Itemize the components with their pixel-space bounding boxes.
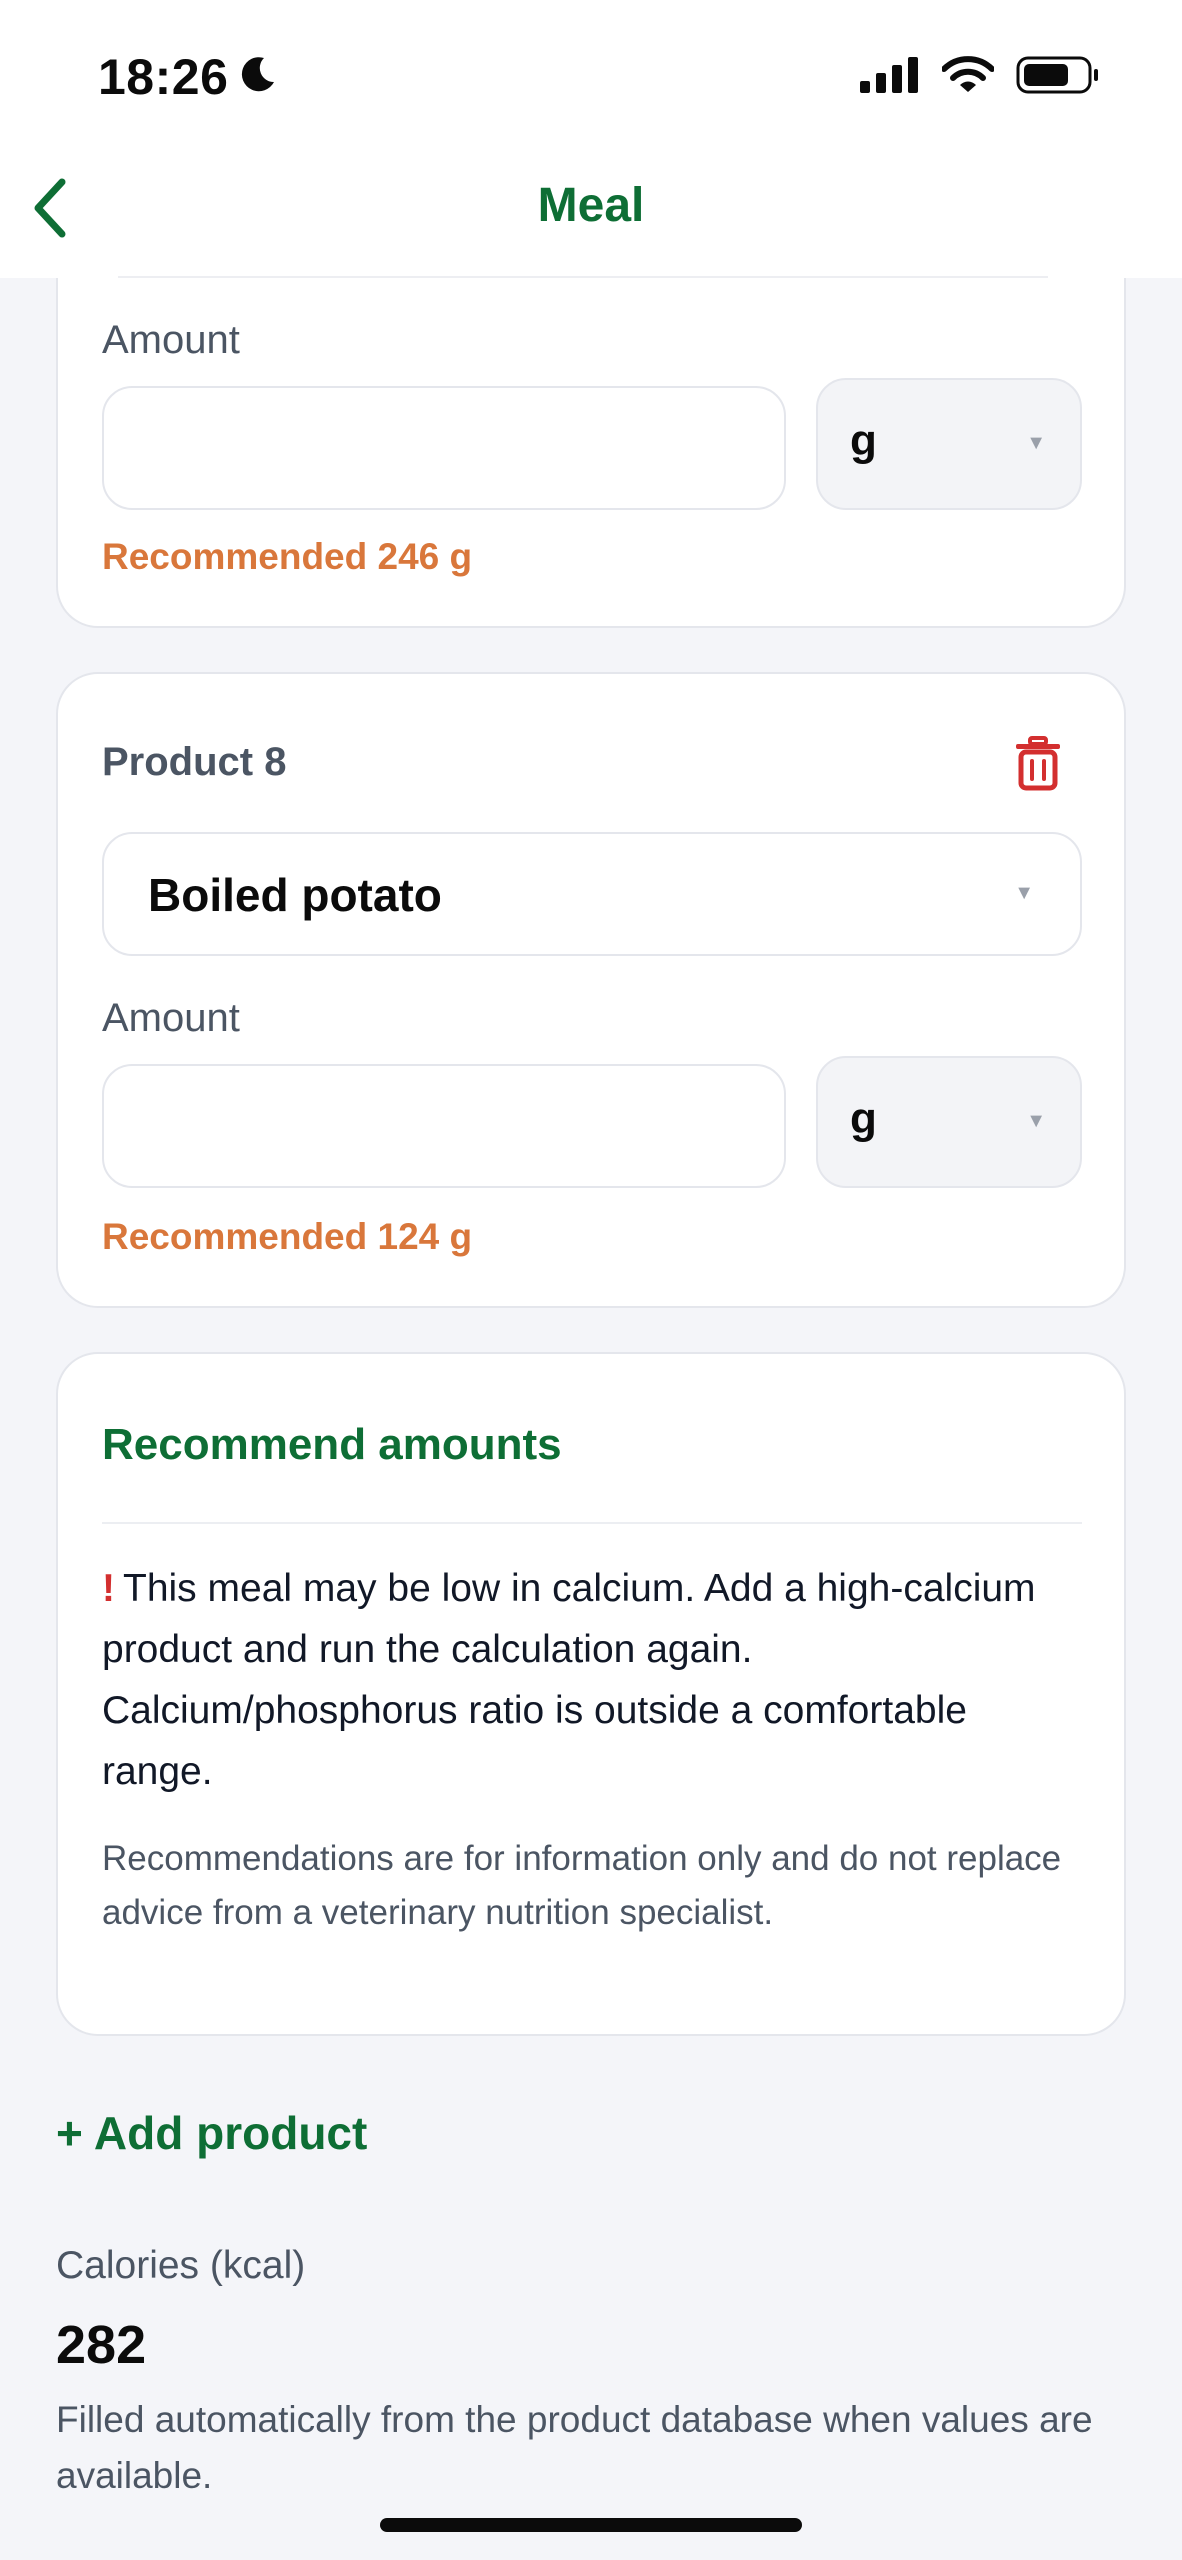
add-product-button[interactable]: + Add product: [56, 2106, 367, 2160]
caret-down-icon: ▼: [1026, 432, 1046, 454]
cellular-signal-icon: [860, 57, 920, 98]
top-bar: 18:26 Meal: [0, 0, 1182, 278]
product-card-8: Product 8 Boiled potato ▼ Amount g ▼ Rec…: [56, 672, 1126, 1308]
unit-value: g: [850, 416, 877, 465]
caret-down-icon: ▼: [1026, 1110, 1046, 1132]
battery-icon: [1016, 56, 1100, 99]
status-time: 18:26: [98, 48, 278, 106]
product-name: Boiled potato: [148, 869, 442, 921]
unit-select[interactable]: g ▼: [816, 1056, 1082, 1188]
recommend-amounts-card: Recommend amounts ! This meal may be low …: [56, 1352, 1126, 2036]
amount-label: Amount: [102, 318, 240, 362]
amount-input[interactable]: [102, 386, 786, 510]
page-title: Meal: [537, 179, 645, 232]
status-icons: [860, 56, 1100, 99]
status-time-text: 18:26: [98, 49, 229, 105]
amount-input[interactable]: [102, 1064, 786, 1188]
calories-value: 282: [56, 2315, 147, 2375]
product-select[interactable]: Boiled potato ▼: [102, 832, 1082, 956]
recommended-amount: Recommended 246 g: [102, 536, 473, 577]
home-indicator[interactable]: [380, 2518, 802, 2532]
warning-text: This meal may be low in calcium. Add a h…: [102, 1567, 1036, 1793]
divider: [102, 1522, 1082, 1524]
calories-help-text: Filled automatically from the product da…: [56, 2399, 1093, 2496]
recommended-amount: Recommended 124 g: [102, 1216, 473, 1257]
caret-down-icon: ▼: [1014, 882, 1034, 904]
wifi-icon: [941, 56, 995, 99]
calcium-warning: ! This meal may be low in calcium. Add a …: [102, 1558, 1062, 1802]
unit-value: g: [850, 1094, 877, 1143]
trash-icon[interactable]: [1012, 736, 1064, 792]
unit-select[interactable]: g ▼: [816, 378, 1082, 510]
amount-label: Amount: [102, 996, 240, 1040]
card-edge: [118, 276, 1048, 278]
recommend-title: Recommend amounts: [102, 1420, 562, 1469]
calories-label: Calories (kcal): [56, 2244, 306, 2287]
warning-icon: !: [102, 1567, 115, 1610]
product-title: Product 8: [102, 740, 287, 784]
disclaimer-text: Recommendations are for information only…: [102, 1839, 1062, 1932]
moon-icon: [238, 48, 278, 106]
